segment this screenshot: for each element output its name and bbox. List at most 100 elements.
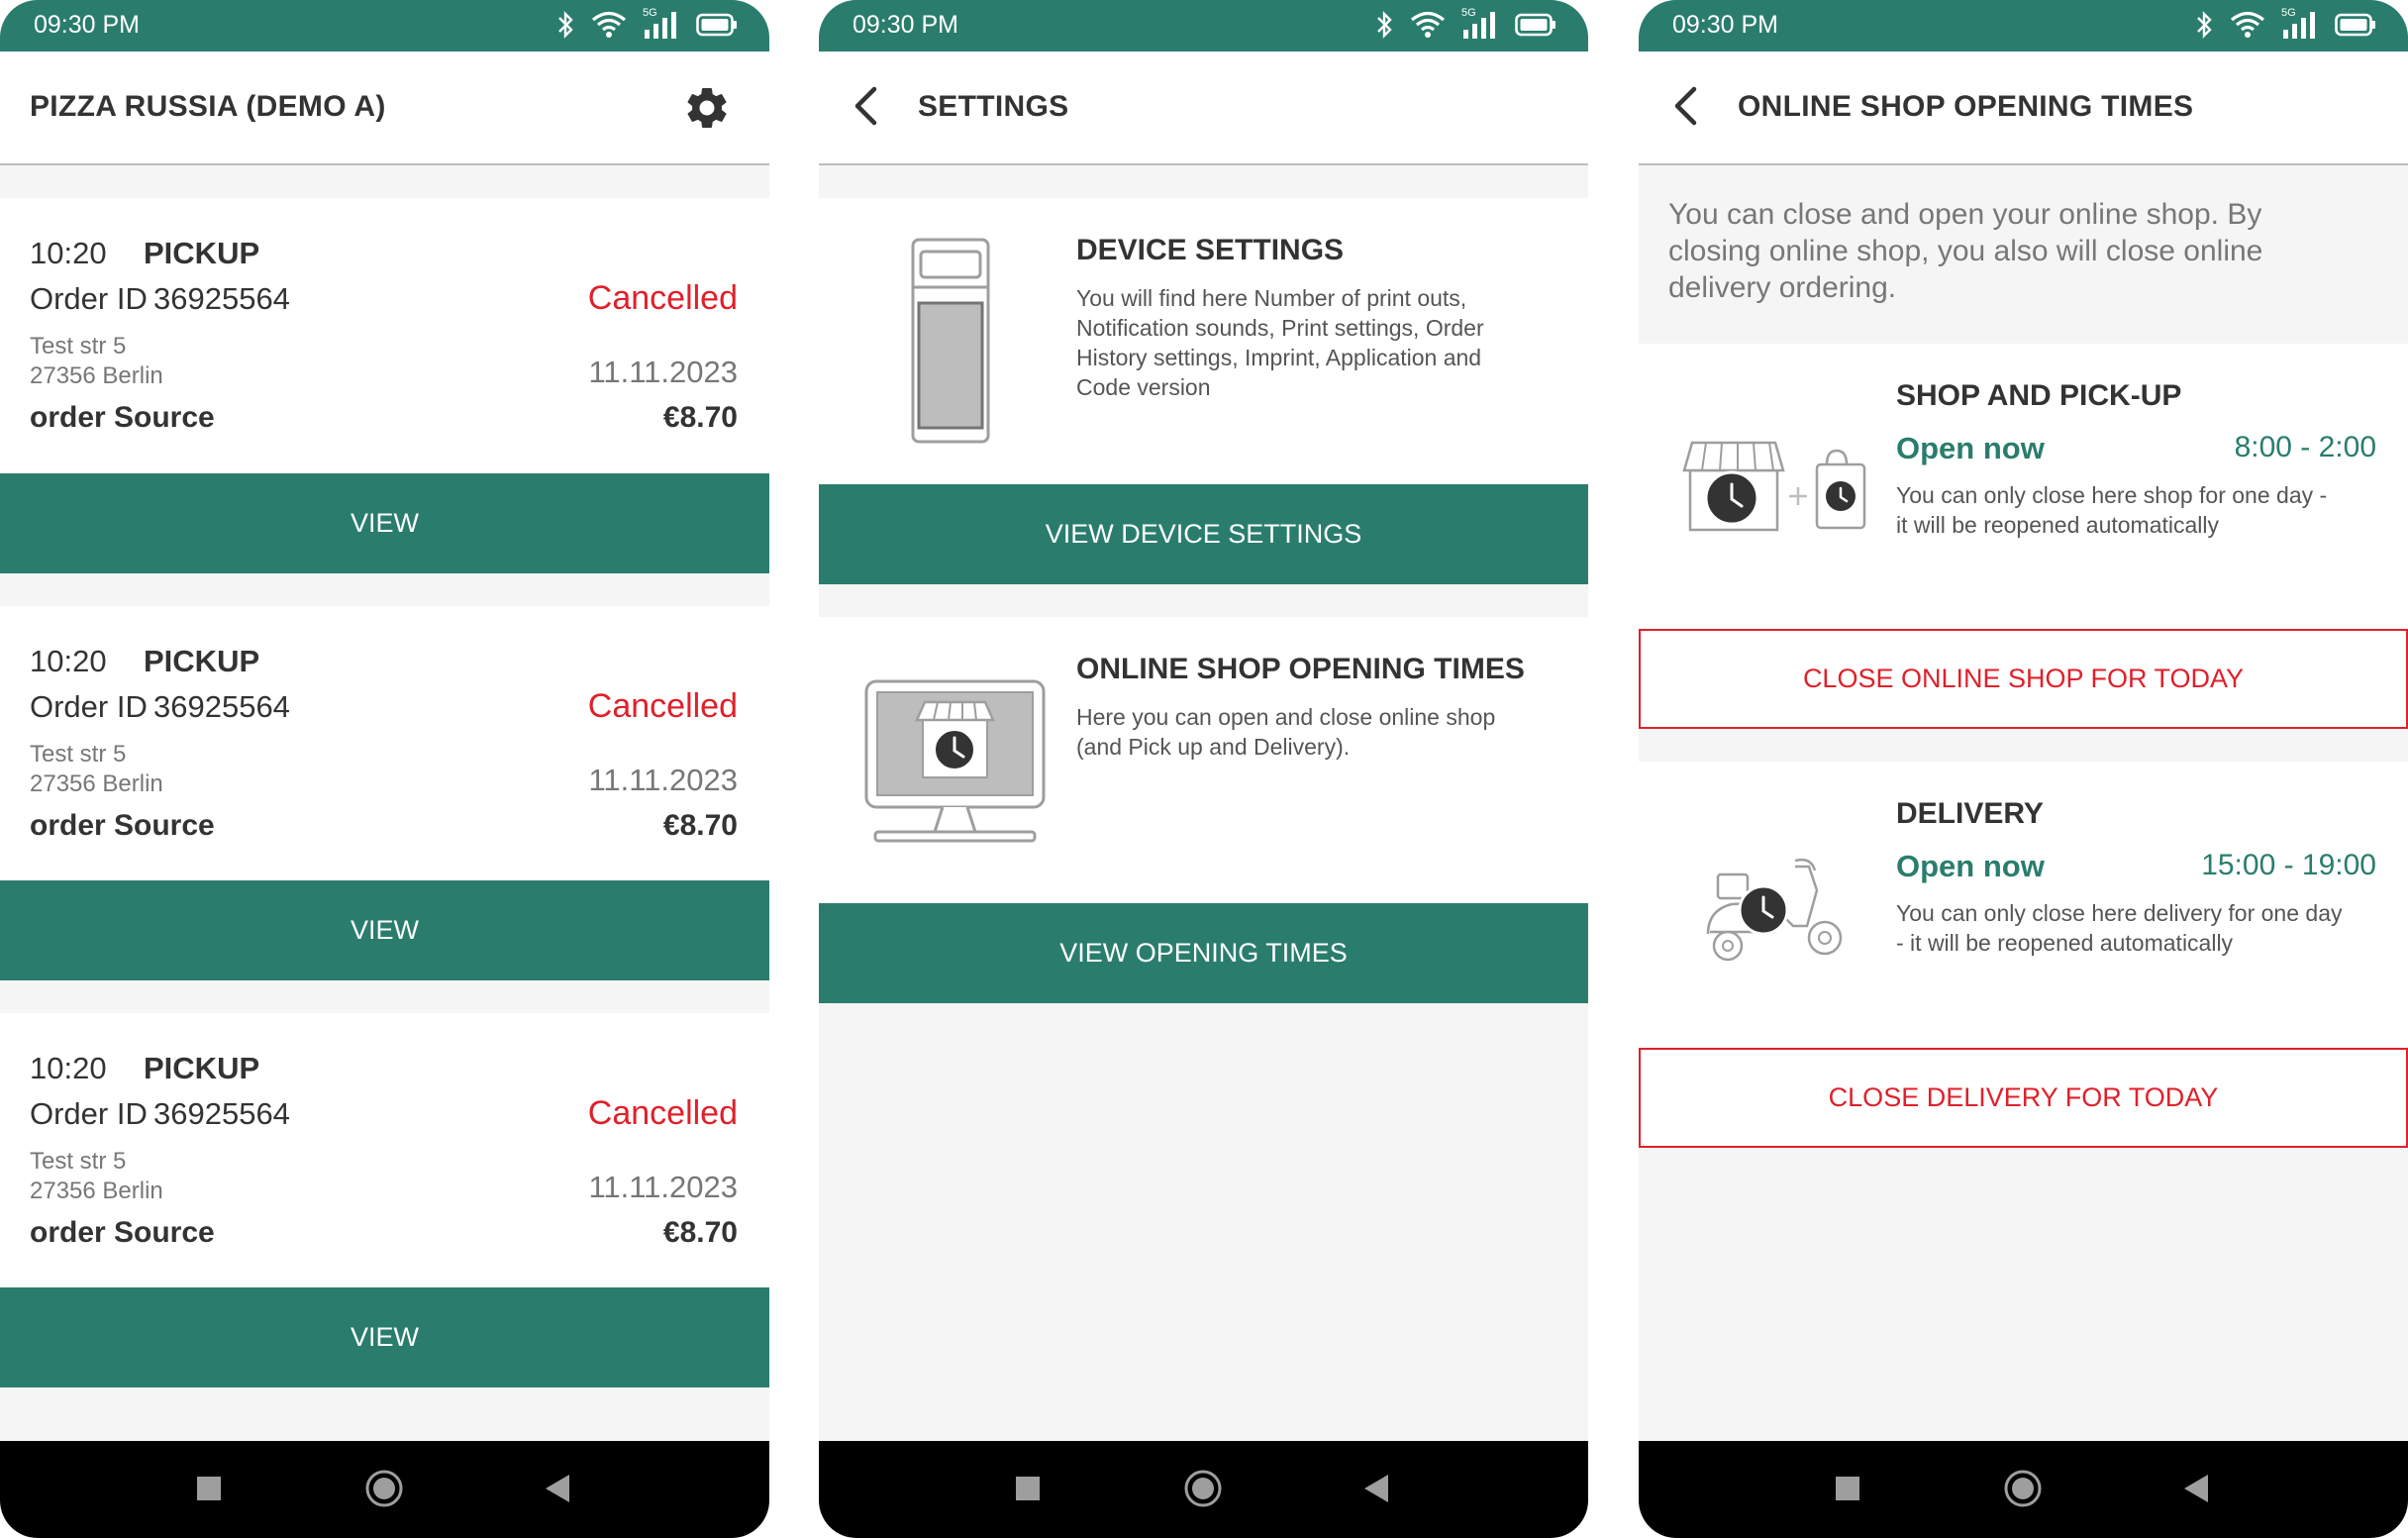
order-card: 10:20 PICKUP Order ID 36925564 Cancelled… <box>0 198 769 473</box>
order-time: 10:20 <box>30 644 107 678</box>
cellular-signal-icon: 5G <box>2281 7 2319 40</box>
home-icon[interactable] <box>2003 1469 2043 1508</box>
order-date: 11.11.2023 <box>588 763 738 797</box>
system-nav-bar <box>0 1441 769 1538</box>
wifi-icon <box>2230 11 2265 38</box>
delivery-status: Open now <box>1896 849 2045 883</box>
status-bar: 09:30 PM 5G <box>0 0 769 51</box>
delivery-heading: DELIVERY <box>1896 797 2044 830</box>
back-nav-icon[interactable] <box>540 1469 579 1508</box>
system-nav-bar <box>819 1441 1588 1538</box>
bluetooth-icon <box>2197 11 2212 39</box>
order-status: Cancelled <box>587 687 738 725</box>
back-arrow-icon[interactable] <box>843 81 892 131</box>
view-order-button[interactable]: VIEW <box>0 473 769 573</box>
online-shop-monitor-icon <box>864 679 1046 843</box>
order-date: 11.11.2023 <box>588 355 738 389</box>
order-time: 10:20 <box>30 236 107 270</box>
order-source: order Source <box>30 809 215 842</box>
order-amount: €8.70 <box>662 401 738 434</box>
pickup-note-line: You can only close here shop for one day… <box>1896 482 2328 508</box>
order-id: 36925564 <box>153 281 290 316</box>
order-street: Test str 5 <box>30 741 127 768</box>
delivery-hours: 15:00 - 19:00 <box>2201 849 2376 881</box>
order-amount: €8.70 <box>662 809 738 842</box>
order-source: order Source <box>30 401 215 434</box>
order-time: 10:20 <box>30 1051 107 1085</box>
delivery-card: DELIVERY Open now 15:00 - 19:00 You can … <box>1639 762 2408 1048</box>
recent-apps-icon[interactable] <box>1008 1469 1048 1508</box>
orders-screen: 09:30 PM 5G PIZZA RUSSIA (DEMO A) 10:20 … <box>0 0 769 1538</box>
recent-apps-icon[interactable] <box>1828 1469 1867 1508</box>
app-bar: ONLINE SHOP OPENING TIMES <box>1639 51 2408 165</box>
intro-text: You can close and open your online shop.… <box>1639 165 2408 344</box>
bluetooth-icon <box>1377 11 1392 39</box>
device-settings-card: DEVICE SETTINGS You will find here Numbe… <box>819 198 1588 484</box>
back-arrow-icon[interactable] <box>1662 81 1712 131</box>
home-icon[interactable] <box>364 1469 404 1508</box>
order-type: PICKUP <box>144 644 260 678</box>
settings-gear-icon[interactable] <box>682 83 732 133</box>
app-bar: SETTINGS <box>819 51 1588 165</box>
device-settings-desc-line: History settings, Imprint, Application a… <box>1076 345 1482 370</box>
order-type: PICKUP <box>144 1051 260 1085</box>
order-amount: €8.70 <box>662 1216 738 1249</box>
intro-line: You can close and open your online shop.… <box>1668 198 2262 231</box>
home-icon[interactable] <box>1183 1469 1223 1508</box>
status-bar: 09:30 PM 5G <box>1639 0 2408 51</box>
settings-screen: 09:30 PM 5G SETTINGS DEVICE SETTINGS You… <box>819 0 1588 1538</box>
status-time: 09:30 PM <box>1672 11 1779 39</box>
page-title: ONLINE SHOP OPENING TIMES <box>1738 90 2194 123</box>
cellular-signal-icon: 5G <box>1461 7 1499 40</box>
shop-pickup-icon <box>1682 441 1866 532</box>
page-title: SETTINGS <box>918 90 1069 123</box>
status-time: 09:30 PM <box>34 11 141 39</box>
opening-times-desc-line: Here you can open and close online shop <box>1076 704 1496 730</box>
device-settings-desc-line: Code version <box>1076 374 1211 400</box>
recent-apps-icon[interactable] <box>189 1469 229 1508</box>
close-online-shop-button[interactable]: CLOSE ONLINE SHOP FOR TODAY <box>1639 629 2408 729</box>
opening-times-screen: 09:30 PM 5G ONLINE SHOP OPENING TIMES Yo… <box>1639 0 2408 1538</box>
delivery-note-line: - it will be reopened automatically <box>1896 930 2234 956</box>
view-opening-times-button[interactable]: VIEW OPENING TIMES <box>819 903 1588 1003</box>
order-city: 27356 Berlin <box>30 362 163 389</box>
order-street: Test str 5 <box>30 1148 127 1175</box>
order-type: PICKUP <box>144 236 260 270</box>
pickup-status: Open now <box>1896 431 2045 465</box>
pickup-card: SHOP AND PICK-UP Open now 8:00 - 2:00 Yo… <box>1639 344 2408 629</box>
close-delivery-button[interactable]: CLOSE DELIVERY FOR TODAY <box>1639 1048 2408 1148</box>
order-id: 36925564 <box>153 689 290 724</box>
delivery-note-line: You can only close here delivery for one… <box>1896 900 2343 926</box>
back-nav-icon[interactable] <box>1358 1469 1398 1508</box>
status-time: 09:30 PM <box>853 11 959 39</box>
order-id: 36925564 <box>153 1096 290 1131</box>
order-status: Cancelled <box>587 1094 738 1132</box>
wifi-icon <box>591 11 627 38</box>
bluetooth-icon <box>558 11 573 39</box>
order-city: 27356 Berlin <box>30 1178 163 1204</box>
system-nav-bar <box>1639 1441 2408 1538</box>
view-order-button[interactable]: VIEW <box>0 1287 769 1387</box>
payment-terminal-icon <box>911 238 990 444</box>
cellular-signal-icon: 5G <box>643 7 680 40</box>
pickup-heading: SHOP AND PICK-UP <box>1896 379 2182 412</box>
opening-times-desc-line: (and Pick up and Delivery). <box>1076 734 1351 760</box>
device-settings-heading: DEVICE SETTINGS <box>1076 234 1345 266</box>
back-nav-icon[interactable] <box>2178 1469 2218 1508</box>
battery-icon <box>2335 13 2375 37</box>
view-device-settings-button[interactable]: VIEW DEVICE SETTINGS <box>819 484 1588 584</box>
device-settings-desc-line: Notification sounds, Print settings, Ord… <box>1076 315 1484 341</box>
order-city: 27356 Berlin <box>30 770 163 797</box>
app-bar: PIZZA RUSSIA (DEMO A) <box>0 51 769 165</box>
status-bar: 09:30 PM 5G <box>819 0 1588 51</box>
wifi-icon <box>1410 11 1446 38</box>
device-settings-desc-line: You will find here Number of print outs, <box>1076 285 1467 311</box>
order-id-label: Order ID <box>30 281 148 316</box>
order-card: 10:20 PICKUP Order ID 36925564 Cancelled… <box>0 1013 769 1288</box>
battery-icon <box>696 13 737 37</box>
intro-line: delivery ordering. <box>1668 271 1897 304</box>
order-id-label: Order ID <box>30 689 148 724</box>
battery-icon <box>1515 13 1555 37</box>
view-order-button[interactable]: VIEW <box>0 880 769 980</box>
pickup-note-line: it will be reopened automatically <box>1896 512 2220 538</box>
